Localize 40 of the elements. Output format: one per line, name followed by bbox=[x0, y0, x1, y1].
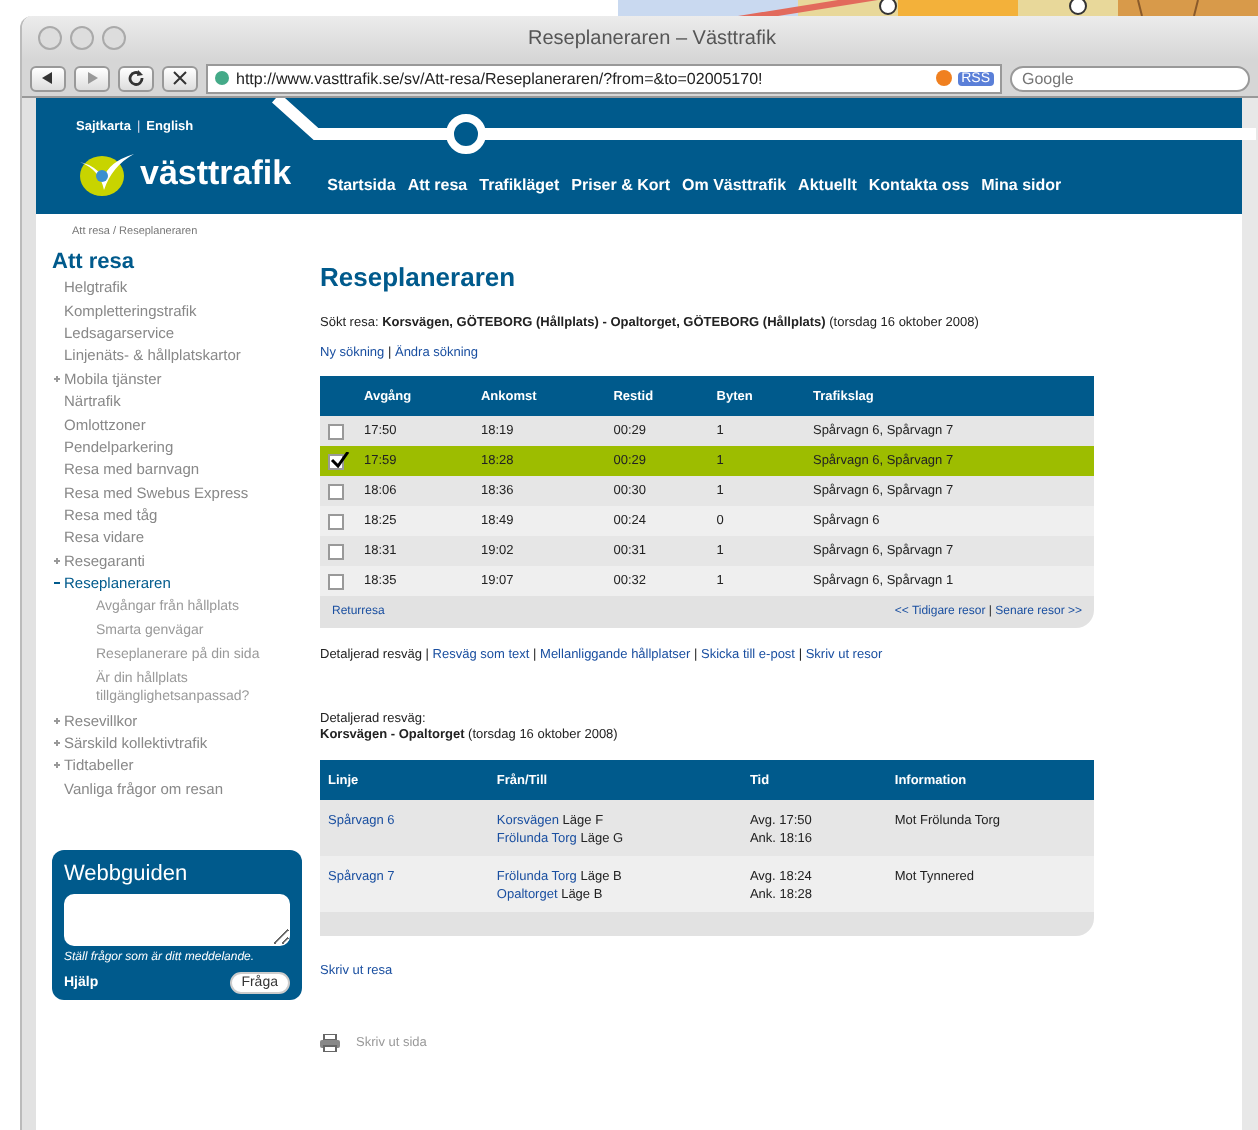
nav-link[interactable]: Priser & Kort bbox=[571, 176, 671, 194]
checkbox[interactable] bbox=[328, 423, 344, 439]
checkbox[interactable] bbox=[328, 513, 344, 529]
close-button[interactable] bbox=[38, 26, 62, 50]
right-arrow-icon bbox=[84, 70, 100, 86]
plus-icon[interactable] bbox=[52, 373, 64, 384]
zoom-button[interactable] bbox=[102, 26, 126, 50]
reload-icon bbox=[128, 70, 144, 86]
minimize-button[interactable] bbox=[70, 26, 94, 50]
plus-icon[interactable] bbox=[52, 715, 64, 726]
minus-icon[interactable] bbox=[52, 578, 64, 589]
stop-button[interactable] bbox=[162, 65, 198, 91]
question-field[interactable] bbox=[64, 894, 290, 947]
plus-icon[interactable] bbox=[52, 738, 64, 749]
page-title: Reseplaneraren bbox=[320, 262, 518, 292]
nav-link[interactable]: Kontakta oss bbox=[868, 176, 970, 194]
checkbox[interactable] bbox=[328, 543, 344, 559]
checkbox[interactable] bbox=[328, 573, 344, 589]
site-icon bbox=[214, 70, 230, 86]
nav-link[interactable]: Att resa bbox=[407, 176, 468, 194]
plus-icon[interactable] bbox=[52, 555, 64, 566]
feed-icon[interactable] bbox=[935, 70, 952, 86]
search-field[interactable]: Google bbox=[1010, 65, 1250, 91]
window-title: Reseplaneraren – Västtrafik bbox=[526, 27, 778, 49]
sidebar-heading[interactable]: Att resa bbox=[52, 250, 308, 274]
checkbox[interactable] bbox=[328, 483, 344, 499]
logo[interactable]: västtrafik bbox=[76, 150, 292, 198]
printer-icon[interactable] bbox=[320, 1034, 340, 1052]
nav-link[interactable]: Startsida bbox=[327, 176, 396, 194]
panel-title: Webbguiden bbox=[64, 862, 190, 887]
nav-link[interactable]: Aktuellt bbox=[798, 176, 857, 194]
nav-link[interactable]: Trafikläget bbox=[479, 176, 560, 194]
cross-icon bbox=[172, 70, 188, 86]
nav-link[interactable]: Om Västtrafik bbox=[682, 176, 787, 194]
back-button[interactable] bbox=[30, 65, 66, 91]
plus-icon[interactable] bbox=[52, 760, 64, 771]
reload-button[interactable] bbox=[118, 65, 154, 91]
left-arrow-icon bbox=[40, 70, 56, 86]
checkbox[interactable] bbox=[328, 453, 344, 469]
nav-link[interactable]: Mina sidor bbox=[981, 176, 1062, 194]
